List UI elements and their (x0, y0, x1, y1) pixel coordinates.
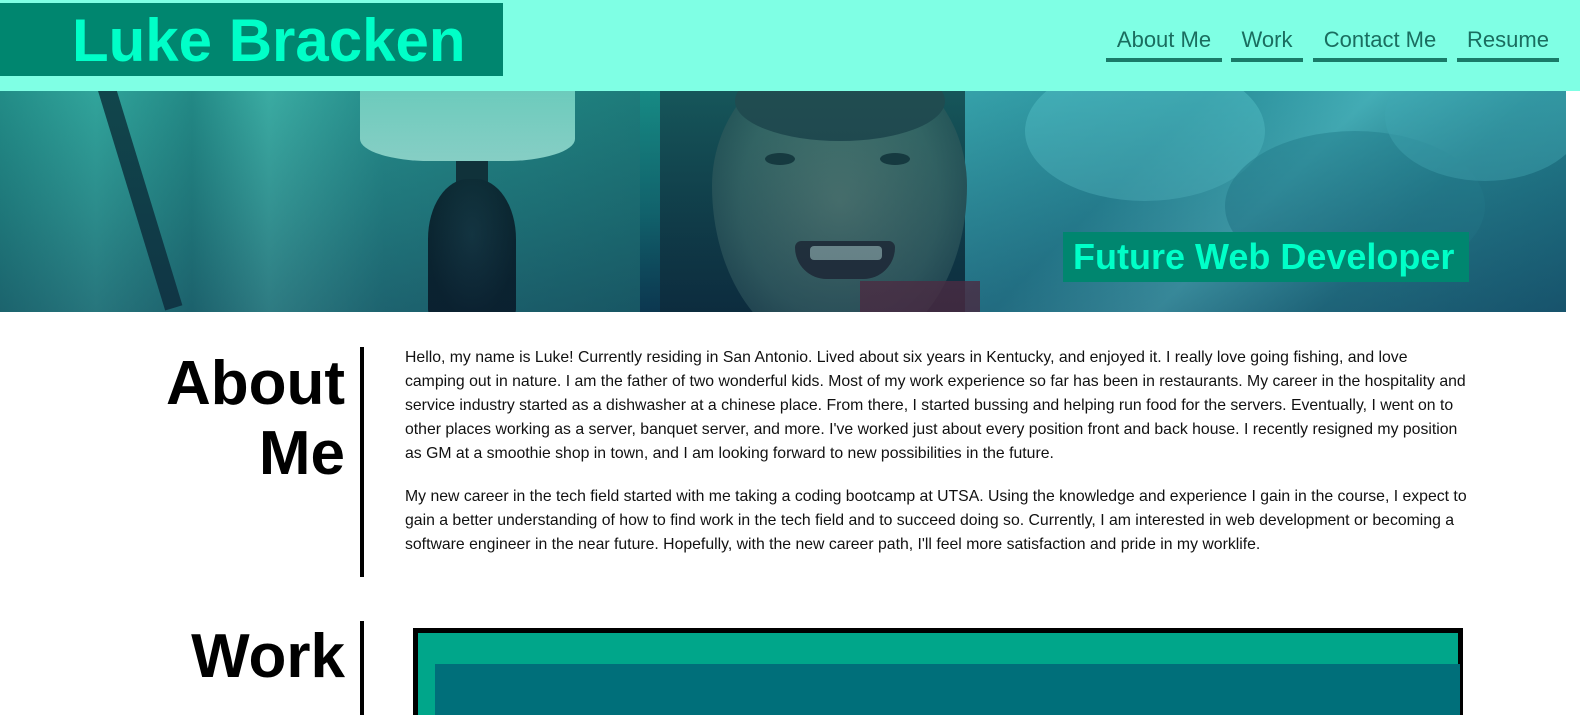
about-heading-line1: About (165, 349, 345, 418)
about-divider (360, 347, 364, 577)
brand-box: Luke Bracken (0, 3, 503, 76)
nav-link-about-me[interactable]: About Me (1106, 24, 1222, 62)
nav-link-contact-me[interactable]: Contact Me (1313, 24, 1447, 62)
about-paragraph-1: Hello, my name is Luke! Currently residi… (405, 349, 1466, 462)
nav-link-work[interactable]: Work (1231, 24, 1303, 62)
nav-link-resume[interactable]: Resume (1457, 24, 1559, 62)
site-title: Luke Bracken (72, 7, 466, 74)
hero-tagline: Future Web Developer (1073, 236, 1455, 277)
about-body: Hello, my name is Luke! Currently residi… (405, 346, 1470, 576)
hero-banner: Future Web Developer (0, 91, 1566, 312)
work-heading: Work (191, 622, 345, 691)
work-project-card[interactable] (413, 628, 1463, 715)
work-project-image (435, 664, 1460, 715)
about-paragraph-2: My new career in the tech field started … (405, 488, 1467, 553)
tagline-box: Future Web Developer (1063, 232, 1469, 282)
about-heading: About Me (0, 349, 345, 489)
about-heading-line2: Me (258, 419, 345, 488)
portfolio-page: Luke Bracken About Me Work Contact Me Re… (0, 0, 1580, 715)
site-header: Luke Bracken About Me Work Contact Me Re… (0, 0, 1580, 91)
work-divider (360, 621, 364, 715)
